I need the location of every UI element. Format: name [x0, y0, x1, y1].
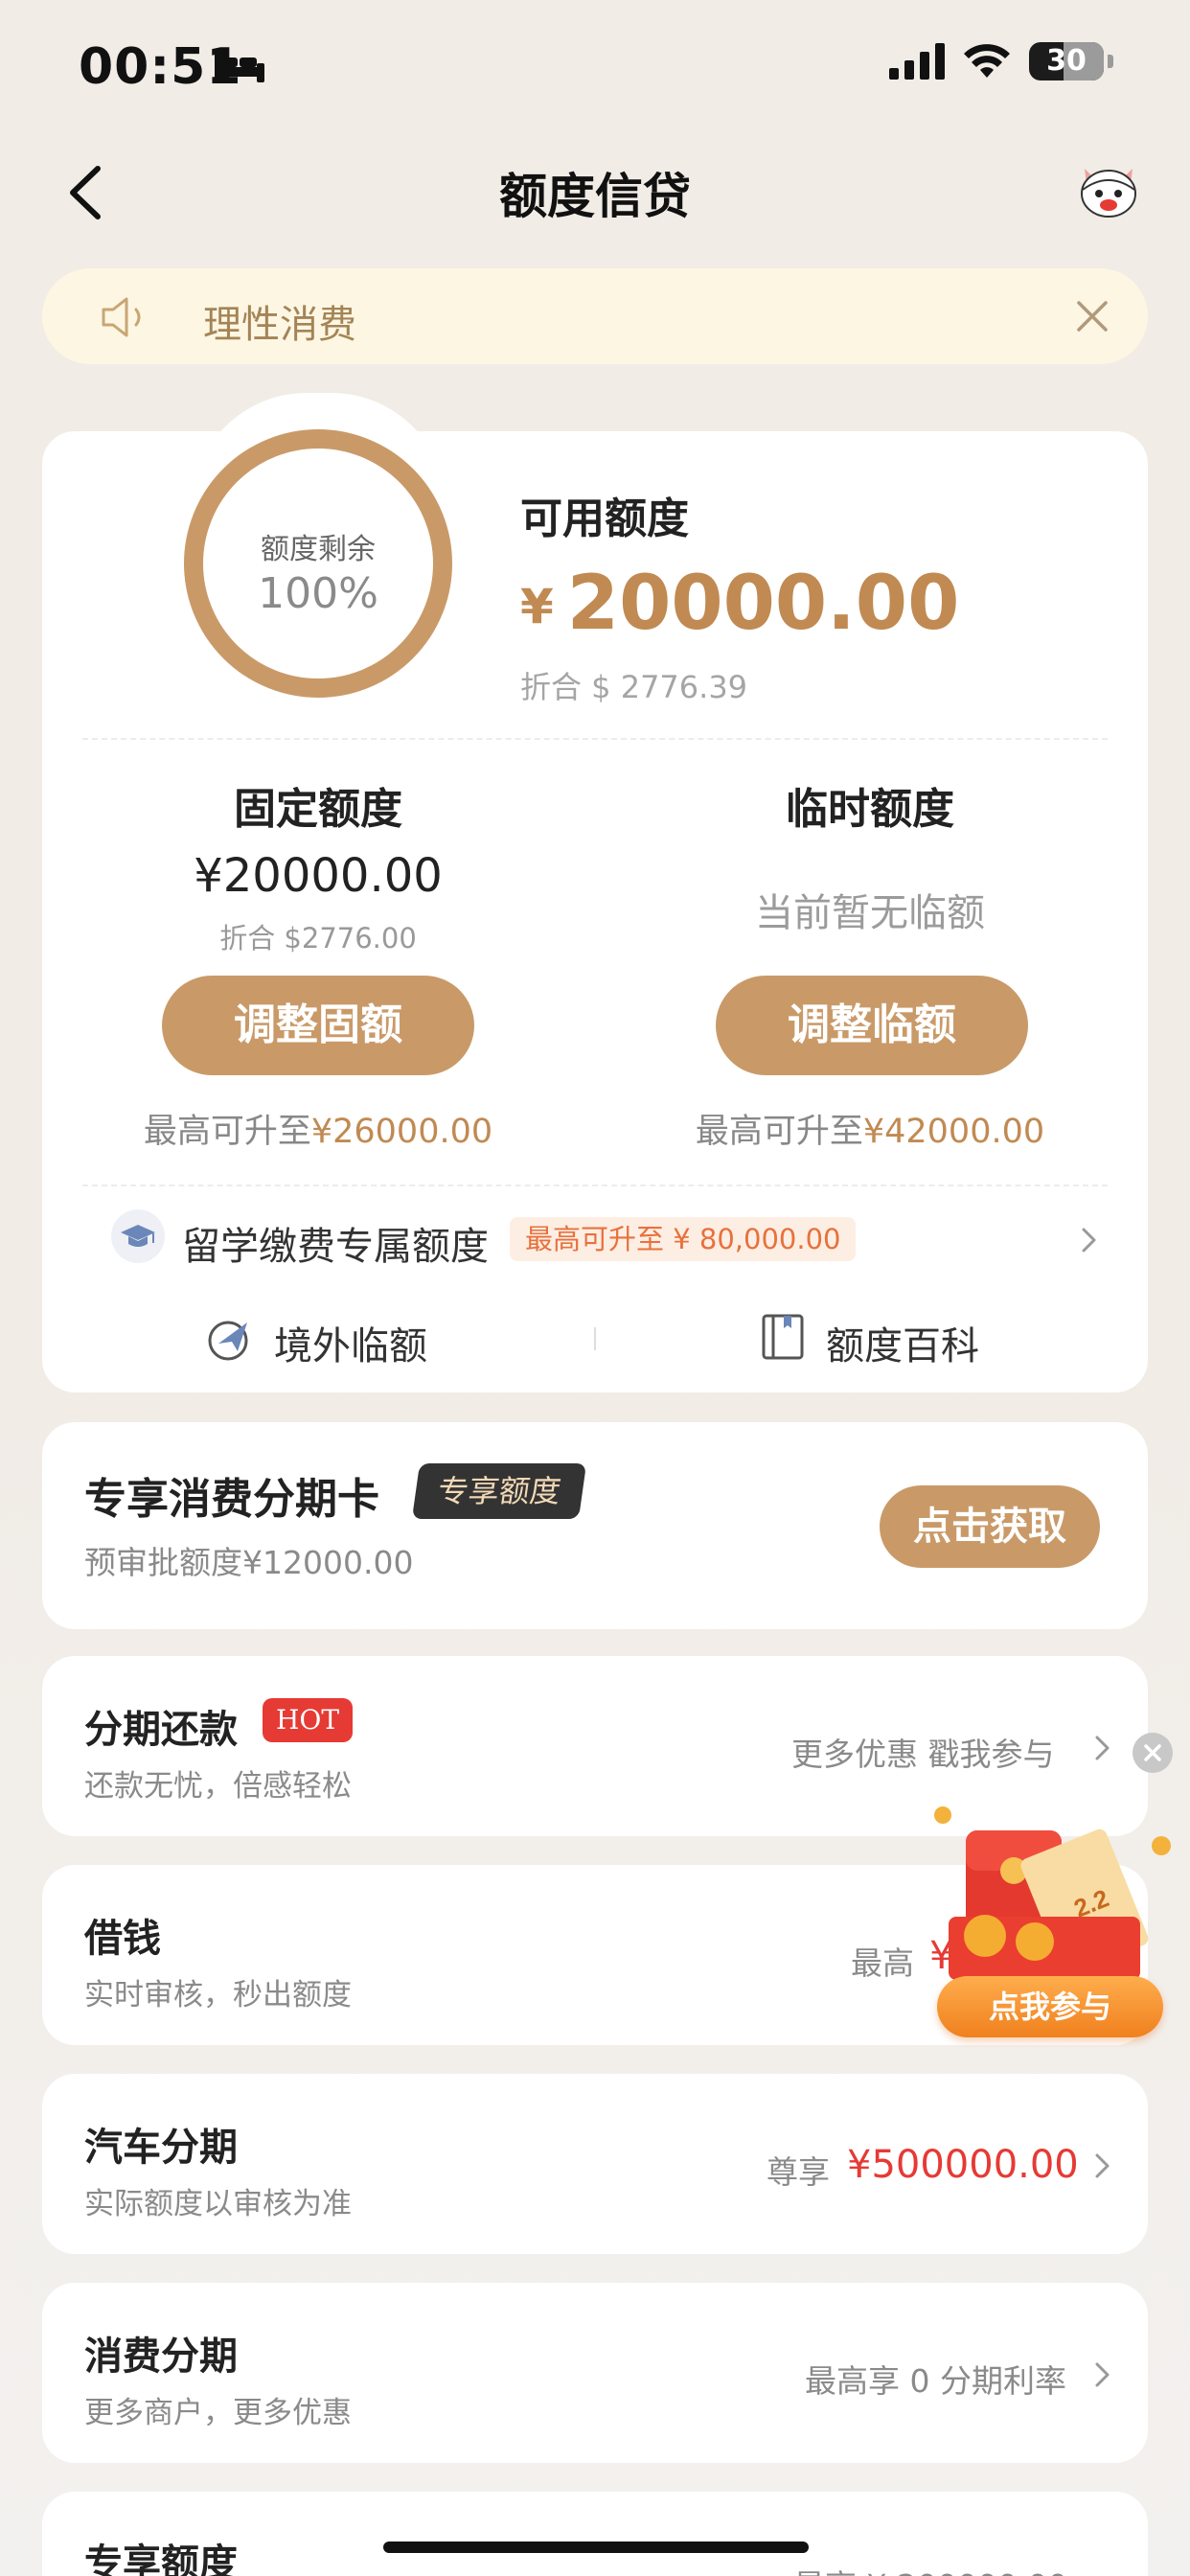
temp-max-prefix: 最高可升至: [695, 1113, 863, 1151]
fixed-max-value: ¥26000.00: [310, 1113, 493, 1151]
promo-join-button[interactable]: 点我参与: [937, 1976, 1163, 2037]
available-usd: 折合 $ 2776.39: [520, 669, 748, 705]
study-quota-label[interactable]: 留学缴费专属额度: [182, 1215, 489, 1271]
list-item-right-prefix: 最高: [851, 1944, 914, 1982]
status-icons: 30: [889, 42, 1113, 80]
temp-max: 最高可升至¥42000.00: [659, 1104, 1081, 1153]
currency-symbol: ¥: [520, 579, 554, 634]
page-title: 额度信贷: [499, 169, 691, 224]
list-item-title: 消费分期: [84, 2334, 238, 2379]
available-label: 可用额度: [520, 494, 689, 543]
exclusive-card-title: 专享消费分期卡: [84, 1475, 379, 1524]
close-icon[interactable]: [1073, 297, 1111, 335]
get-card-button[interactable]: 点击获取: [880, 1485, 1100, 1568]
available-amount: ¥20000.00: [520, 561, 959, 647]
list-item-right-text: 更多优惠 戳我参与: [791, 1736, 1055, 1773]
graduation-cap-icon: [111, 1209, 165, 1263]
adjust-fixed-button[interactable]: 调整固额: [162, 976, 474, 1075]
speaker-icon: [102, 297, 141, 337]
list-item-right-text: 最高 ¥ 200000.00: [793, 2561, 1067, 2576]
battery-level: 30: [1046, 44, 1087, 78]
overseas-temp-link[interactable]: 境外临额: [274, 1315, 427, 1370]
quota-wiki-link[interactable]: 额度百科: [826, 1315, 979, 1370]
assistant-mascot-icon[interactable]: [1075, 155, 1142, 222]
list-item-subtitle: 实时审核，秒出额度: [84, 1978, 352, 2012]
temp-quota-title: 临时额度: [786, 785, 954, 834]
promo-close-icon[interactable]: [1133, 1733, 1173, 1773]
globe-plane-icon: [208, 1321, 248, 1361]
list-item-title: 汽车分期: [84, 2126, 238, 2170]
fixed-quota-amount: ¥20000.00: [194, 849, 443, 903]
fixed-max: 最高可升至¥26000.00: [107, 1104, 529, 1153]
quota-remaining-ring: 额度剩余 100%: [184, 429, 452, 698]
list-item-subtitle: 更多商户，更多优惠: [84, 2396, 352, 2430]
available-amount-value: 20000.00: [566, 561, 960, 647]
notice-banner[interactable]: 理性消费: [42, 268, 1148, 364]
home-indicator[interactable]: [383, 2542, 809, 2553]
list-item-subtitle: 实际额度以审核为准: [84, 2187, 352, 2221]
adjust-temp-button[interactable]: 调整临额: [716, 976, 1028, 1075]
fixed-quota-usd: 折合 $2776.00: [219, 922, 417, 954]
chevron-right-icon[interactable]: [1092, 2149, 1113, 2183]
list-item-right-text: 最高享 0 分期利率: [805, 2362, 1066, 2400]
exclusive-card-subtitle: 预审批额度¥12000.00: [84, 1544, 414, 1581]
fixed-quota-title: 固定额度: [234, 785, 402, 834]
study-quota-tag: 最高可升至 ¥ 80,000.00: [510, 1217, 857, 1261]
book-icon: [762, 1314, 804, 1360]
hot-badge: HOT: [263, 1698, 354, 1742]
list-item-right-value: ¥500000.00: [847, 2143, 1079, 2187]
chevron-right-icon[interactable]: [1079, 1223, 1100, 1257]
divider: [82, 1184, 1108, 1186]
divider: [82, 738, 1108, 740]
list-item-title: 分期还款: [84, 1708, 238, 1752]
chevron-right-icon[interactable]: [1092, 1731, 1113, 1765]
chevron-right-icon[interactable]: [1092, 2358, 1113, 2392]
sleep-mode-icon: [215, 52, 264, 82]
temp-quota-none: 当前暂无临额: [755, 891, 985, 935]
list-item-subtitle: 还款无忧，倍感轻松: [84, 1769, 352, 1804]
list-item-title: 借钱: [84, 1917, 161, 1961]
ring-percent: 100%: [258, 569, 378, 618]
wifi-icon: [964, 44, 1010, 78]
fixed-max-prefix: 最高可升至: [143, 1113, 311, 1151]
temp-max-value: ¥42000.00: [862, 1113, 1045, 1151]
divider: [594, 1327, 596, 1350]
ring-label: 额度剩余: [261, 533, 376, 566]
exclusive-badge: 专享额度: [411, 1463, 587, 1519]
battery-icon: 30: [1029, 42, 1104, 80]
list-item-title: 专享额度: [84, 2542, 238, 2576]
red-envelope-promo-icon[interactable]: 2.2: [910, 1802, 1179, 1984]
notice-text: 理性消费: [203, 303, 356, 347]
signal-icon: [889, 43, 945, 80]
list-item-right-prefix: 尊享: [767, 2153, 830, 2191]
